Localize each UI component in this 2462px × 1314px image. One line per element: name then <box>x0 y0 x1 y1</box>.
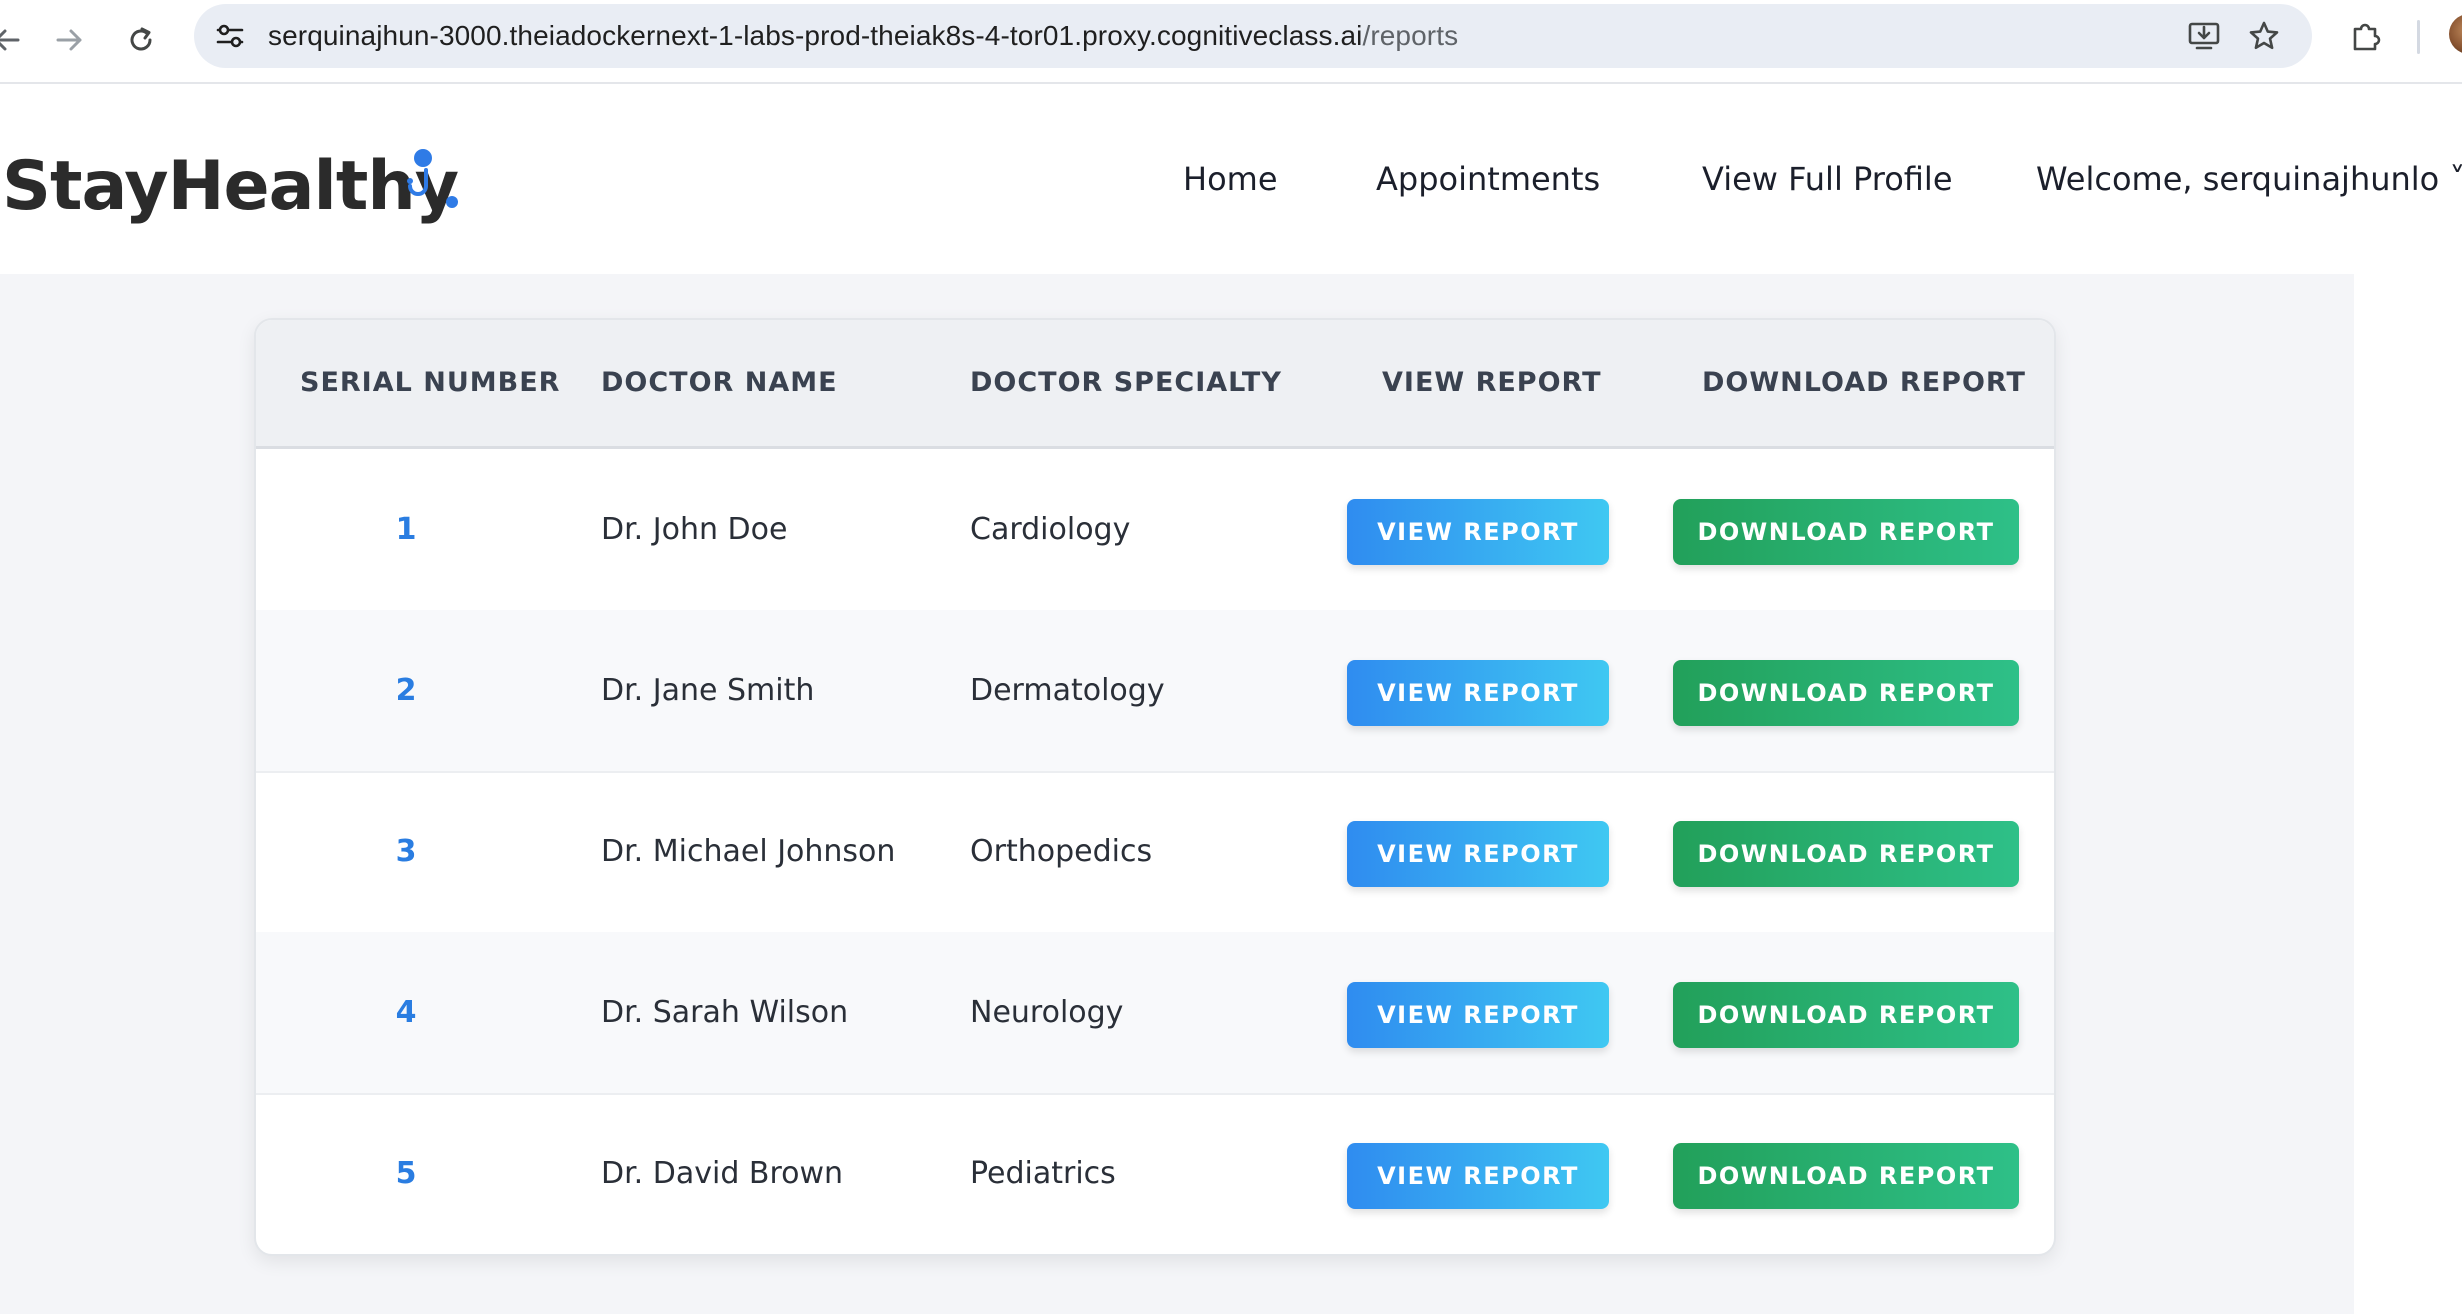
reports-table: SERIAL NUMBER DOCTOR NAME DOCTOR SPECIAL… <box>254 318 2056 1256</box>
download-report-button[interactable]: DOWNLOAD REPORT <box>1673 660 2019 726</box>
extensions-puzzle-icon[interactable] <box>2342 12 2390 60</box>
view-report-button[interactable]: VIEW REPORT <box>1347 499 1609 565</box>
column-header-doctor-specialty: DOCTOR SPECIALTY <box>970 367 1282 398</box>
profile-avatar[interactable] <box>2449 14 2462 54</box>
view-report-button[interactable]: VIEW REPORT <box>1347 1143 1609 1209</box>
view-report-button[interactable]: VIEW REPORT <box>1347 660 1609 726</box>
back-arrow-icon[interactable] <box>0 13 34 67</box>
brand-name: StayHealthy <box>2 147 459 226</box>
nav-view-full-profile[interactable]: View Full Profile <box>1702 154 1953 204</box>
toolbar-divider <box>2417 20 2420 54</box>
table-header: SERIAL NUMBER DOCTOR NAME DOCTOR SPECIAL… <box>256 320 2054 449</box>
doctor-name: Dr. Michael Johnson <box>601 834 896 869</box>
serial-number: 4 <box>395 995 417 1030</box>
browser-toolbar: serquinajhun-3000.theiadockernext-1-labs… <box>0 0 2462 84</box>
table-row: 2 Dr. Jane Smith Dermatology VIEW REPORT… <box>256 610 2054 773</box>
url-path: /reports <box>1362 20 1459 51</box>
doctor-specialty: Neurology <box>970 995 1124 1030</box>
download-report-button[interactable]: DOWNLOAD REPORT <box>1673 982 2019 1048</box>
stethoscope-icon <box>407 149 458 208</box>
serial-number: 1 <box>395 512 417 547</box>
nav-appointments[interactable]: Appointments <box>1376 154 1600 204</box>
doctor-name: Dr. David Brown <box>601 1156 844 1191</box>
doctor-specialty: Pediatrics <box>970 1156 1116 1191</box>
doctor-name: Dr. Sarah Wilson <box>601 995 849 1030</box>
doctor-name: Dr. John Doe <box>601 512 788 547</box>
bookmark-star-icon[interactable] <box>2242 14 2286 58</box>
view-report-button[interactable]: VIEW REPORT <box>1347 821 1609 887</box>
column-header-view-report: VIEW REPORT <box>1382 367 1602 398</box>
nav-home[interactable]: Home <box>1183 154 1278 204</box>
doctor-specialty: Orthopedics <box>970 834 1153 869</box>
table-row: 1 Dr. John Doe Cardiology VIEW REPORT DO… <box>256 449 2054 612</box>
column-header-serial-number: SERIAL NUMBER <box>300 367 561 398</box>
serial-number: 2 <box>395 673 417 708</box>
doctor-name: Dr. Jane Smith <box>601 673 815 708</box>
brand-logo[interactable]: StayHealthy <box>2 136 459 226</box>
url-text[interactable]: serquinajhun-3000.theiadockernext-1-labs… <box>268 4 1458 68</box>
install-app-icon[interactable] <box>2182 14 2226 58</box>
address-bar[interactable]: serquinajhun-3000.theiadockernext-1-labs… <box>194 4 2312 68</box>
table-row: 4 Dr. Sarah Wilson Neurology VIEW REPORT… <box>256 932 2054 1095</box>
table-row: 5 Dr. David Brown Pediatrics VIEW REPORT… <box>256 1093 2054 1254</box>
doctor-specialty: Cardiology <box>970 512 1131 547</box>
view-report-button[interactable]: VIEW REPORT <box>1347 982 1609 1048</box>
nav-welcome-user-menu[interactable]: Welcome, serquinajhunlo ˅ <box>2036 154 2462 204</box>
url-host: serquinajhun-3000.theiadockernext-1-labs… <box>268 20 1363 51</box>
download-report-button[interactable]: DOWNLOAD REPORT <box>1673 1143 2019 1209</box>
serial-number: 5 <box>395 1156 417 1191</box>
site-settings-icon[interactable] <box>208 14 252 58</box>
forward-arrow-icon[interactable] <box>42 13 96 67</box>
reload-icon[interactable] <box>114 13 168 67</box>
column-header-download-report: DOWNLOAD REPORT <box>1702 367 2026 398</box>
table-row: 3 Dr. Michael Johnson Orthopedics VIEW R… <box>256 771 2054 934</box>
serial-number: 3 <box>395 834 417 869</box>
column-header-doctor-name: DOCTOR NAME <box>601 367 838 398</box>
doctor-specialty: Dermatology <box>970 673 1165 708</box>
download-report-button[interactable]: DOWNLOAD REPORT <box>1673 821 2019 887</box>
download-report-button[interactable]: DOWNLOAD REPORT <box>1673 499 2019 565</box>
site-header: StayHealthy Home Appointments View Full … <box>0 84 2462 274</box>
